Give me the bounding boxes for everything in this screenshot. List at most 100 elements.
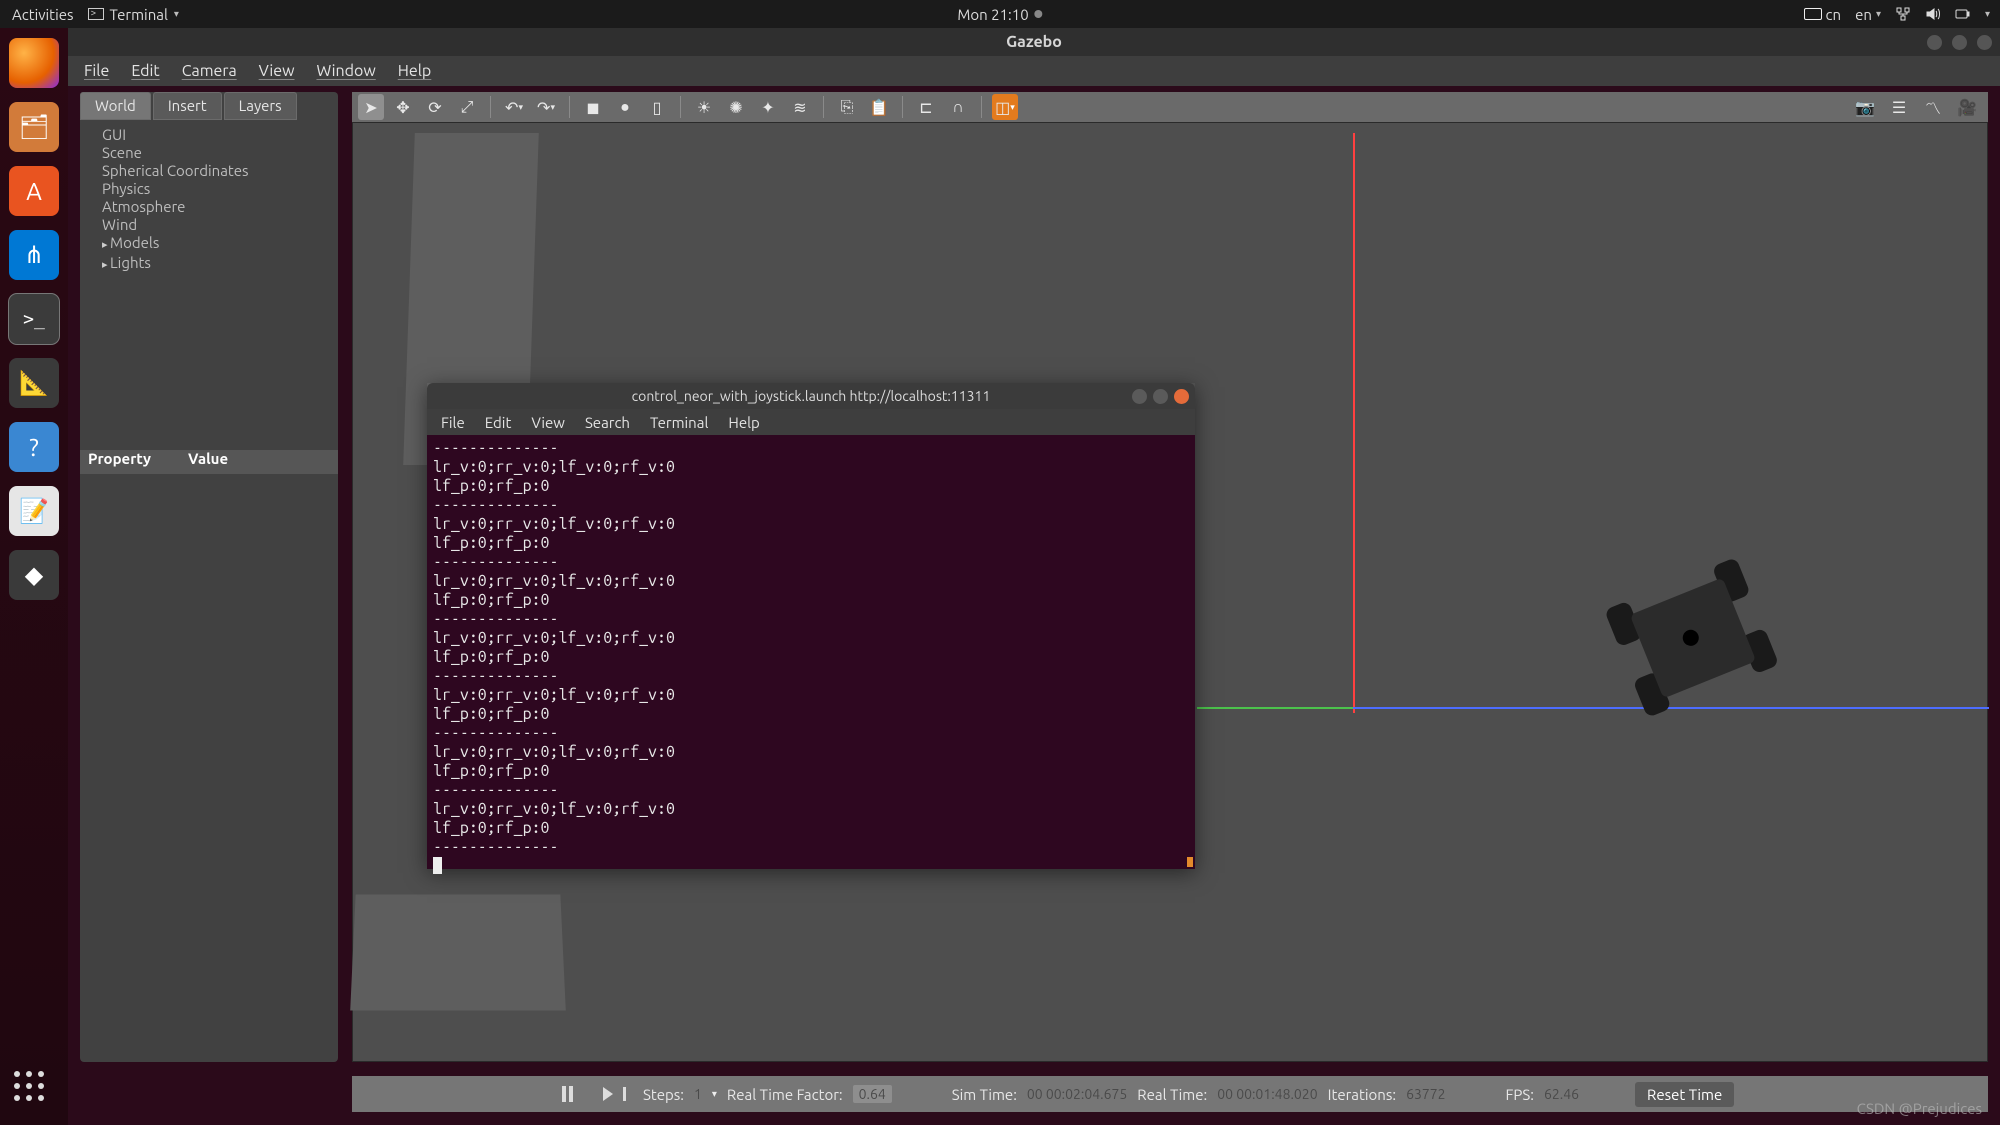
insert-sphere[interactable]: ● <box>612 94 638 120</box>
terminal-scrollbar-thumb[interactable] <box>1187 857 1193 867</box>
menu-window[interactable]: Window <box>316 62 375 80</box>
axis-z-red <box>1353 133 1355 713</box>
step-button[interactable] <box>603 1087 613 1101</box>
insert-directional-light[interactable]: ≋ <box>787 94 813 120</box>
tab-layers[interactable]: Layers <box>224 92 297 120</box>
tool-selection-mode[interactable]: ◫▾ <box>992 94 1018 120</box>
terminal-menu-file[interactable]: File <box>441 414 465 431</box>
tool-snap[interactable]: ∩ <box>945 94 971 120</box>
property-header-value: Value <box>188 450 228 474</box>
tool-translate[interactable]: ✥ <box>390 94 416 120</box>
insert-cylinder[interactable]: ▯ <box>644 94 670 120</box>
tree-item-wind[interactable]: Wind <box>102 216 324 234</box>
language-label: en <box>1855 6 1872 23</box>
toolbar-separator <box>490 96 491 118</box>
gazebo-toolbar: ➤ ✥ ⟳ ⤢ ↶▾ ↷▾ ◼ ● ▯ ☀ ✺ ✦ ≋ ⎘ 📋 ⊏ ∩ ◫▾ 📷… <box>352 92 1988 122</box>
launcher-terminal[interactable]: >_ <box>9 294 59 344</box>
tool-scale[interactable]: ⤢ <box>454 94 480 120</box>
gnome-top-bar: Activities Terminal ▾ Mon 21:10 cn en ▾ … <box>0 0 2000 28</box>
tool-screenshot[interactable]: 📷 <box>1852 94 1878 120</box>
insert-spot-light[interactable]: ✦ <box>755 94 781 120</box>
activities-button[interactable]: Activities <box>12 6 74 23</box>
toolbar-separator <box>981 96 982 118</box>
terminal-title-bar[interactable]: control_neor_with_joystick.launch http:/… <box>427 383 1195 409</box>
terminal-close-button[interactable] <box>1174 389 1189 404</box>
terminal-menu-edit[interactable]: Edit <box>485 414 512 431</box>
tree-item-scene[interactable]: Scene <box>102 144 324 162</box>
tree-item-atmosphere[interactable]: Atmosphere <box>102 198 324 216</box>
tab-insert[interactable]: Insert <box>153 92 222 120</box>
toolbar-separator <box>823 96 824 118</box>
insert-sun-light[interactable]: ☀ <box>691 94 717 120</box>
gazebo-side-panel: WorldInsertLayers GUISceneSpherical Coor… <box>80 92 338 1062</box>
launcher-firefox[interactable] <box>9 38 59 88</box>
network-icon[interactable] <box>1895 6 1911 22</box>
input-method-indicator[interactable]: cn <box>1804 6 1842 23</box>
launcher-texteditor[interactable]: 📝 <box>9 486 59 536</box>
rtf-label: Real Time Factor: <box>727 1086 843 1103</box>
toolbar-separator <box>569 96 570 118</box>
reset-time-button[interactable]: Reset Time <box>1635 1082 1734 1107</box>
pause-button[interactable] <box>562 1086 573 1102</box>
tree-item-spherical-coordinates[interactable]: Spherical Coordinates <box>102 162 324 180</box>
show-applications-button[interactable] <box>14 1071 54 1111</box>
insert-point-light[interactable]: ✺ <box>723 94 749 120</box>
terminal-menu-help[interactable]: Help <box>728 414 759 431</box>
terminal-window[interactable]: control_neor_with_joystick.launch http:/… <box>427 383 1195 869</box>
window-close-button[interactable] <box>1977 35 1992 50</box>
terminal-menu-view[interactable]: View <box>531 414 565 431</box>
property-header-name: Property <box>88 450 188 474</box>
launcher-help[interactable]: ? <box>9 422 59 472</box>
window-minimize-button[interactable] <box>1927 35 1942 50</box>
watermark-text: CSDN @Prejudices <box>1857 1100 1982 1117</box>
steps-label: Steps: <box>643 1086 684 1103</box>
tool-cursor[interactable]: ➤ <box>358 94 384 120</box>
tool-plot[interactable]: 〽 <box>1920 94 1946 120</box>
tool-paste[interactable]: 📋 <box>866 94 892 120</box>
tool-record[interactable]: 🎥 <box>1954 94 1980 120</box>
volume-icon[interactable] <box>1925 6 1941 22</box>
tool-undo[interactable]: ↶▾ <box>501 94 527 120</box>
launcher-matlab[interactable]: 📐 <box>9 358 59 408</box>
terminal-output[interactable]: -------------- lr_v:0;rr_v:0;lf_v:0;rf_v… <box>427 435 1195 869</box>
tree-item-models[interactable]: Models <box>102 234 324 254</box>
battery-icon[interactable] <box>1955 6 1971 22</box>
chevron-down-icon[interactable]: ▾ <box>712 1088 717 1100</box>
insert-box[interactable]: ◼ <box>580 94 606 120</box>
tree-item-lights[interactable]: Lights <box>102 254 324 274</box>
tool-align[interactable]: ⊏ <box>913 94 939 120</box>
system-menu-chevron[interactable]: ▾ <box>1985 8 1990 20</box>
terminal-menu-terminal[interactable]: Terminal <box>650 414 708 431</box>
tool-rotate[interactable]: ⟳ <box>422 94 448 120</box>
app-menu[interactable]: Terminal ▾ <box>88 6 179 23</box>
window-maximize-button[interactable] <box>1952 35 1967 50</box>
menu-camera[interactable]: Camera <box>182 62 237 80</box>
tree-item-gui[interactable]: GUI <box>102 126 324 144</box>
launcher-vscode[interactable]: ⋔ <box>9 230 59 280</box>
ubuntu-launcher: 🗂 A ⋔ >_ 📐 ? 📝 ◆ <box>0 28 68 1125</box>
tool-log[interactable]: ☰ <box>1886 94 1912 120</box>
terminal-minimize-button[interactable] <box>1132 389 1147 404</box>
tool-redo[interactable]: ↷▾ <box>533 94 559 120</box>
launcher-software[interactable]: A <box>9 166 59 216</box>
world-tree[interactable]: GUISceneSpherical CoordinatesPhysicsAtmo… <box>80 120 338 278</box>
terminal-menu-search[interactable]: Search <box>585 414 630 431</box>
tree-item-physics[interactable]: Physics <box>102 180 324 198</box>
menu-view[interactable]: View <box>259 62 295 80</box>
menu-help[interactable]: Help <box>398 62 432 80</box>
tab-world[interactable]: World <box>80 92 151 120</box>
menu-file[interactable]: File <box>84 62 109 80</box>
window-title-bar[interactable]: Gazebo <box>68 28 2000 56</box>
clock[interactable]: Mon 21:10 <box>957 6 1042 23</box>
steps-value[interactable]: 1 <box>694 1086 702 1102</box>
iter-value: 63772 <box>1406 1086 1445 1102</box>
menu-edit[interactable]: Edit <box>131 62 159 80</box>
robot-model[interactable] <box>1604 552 1783 725</box>
realtime-value: 00 00:01:48.020 <box>1217 1086 1317 1102</box>
launcher-files[interactable]: 🗂 <box>9 102 59 152</box>
terminal-maximize-button[interactable] <box>1153 389 1168 404</box>
simtime-label: Sim Time: <box>952 1086 1017 1103</box>
launcher-gazebo[interactable]: ◆ <box>9 550 59 600</box>
tool-copy[interactable]: ⎘ <box>834 94 860 120</box>
language-indicator[interactable]: en ▾ <box>1855 6 1881 23</box>
